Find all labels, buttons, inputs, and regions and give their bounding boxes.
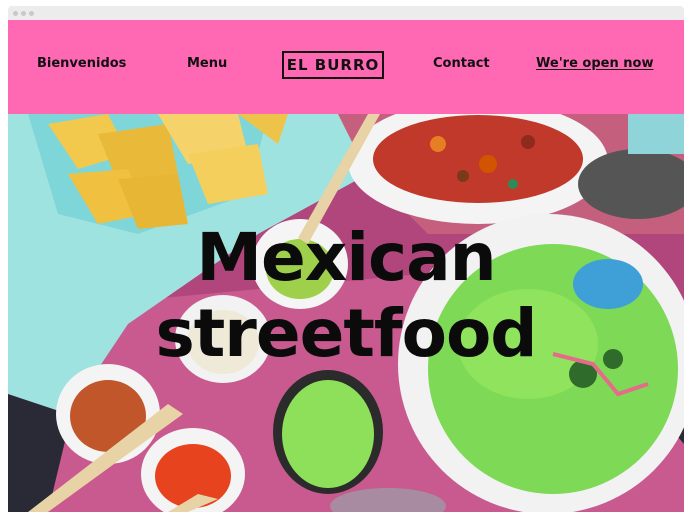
nav-link-open-now[interactable]: We're open now — [536, 56, 653, 71]
nav-link-contact[interactable]: Contact — [433, 56, 490, 71]
logo-text: EL BURRO — [286, 56, 380, 74]
window-close-dot[interactable] — [13, 11, 18, 16]
page-viewport: Bienvenidos Menu EL BURRO Contact We're … — [8, 20, 684, 512]
top-navigation: Bienvenidos Menu EL BURRO Contact We're … — [8, 20, 684, 114]
window-maximize-dot[interactable] — [29, 11, 34, 16]
headline-line-2: streetfood — [155, 295, 537, 372]
el-burro-logo[interactable]: EL BURRO — [282, 51, 384, 79]
browser-titlebar — [8, 6, 684, 20]
hero-section: Mexican streetfood — [8, 114, 684, 512]
nav-link-menu[interactable]: Menu — [187, 56, 227, 71]
browser-window: Bienvenidos Menu EL BURRO Contact We're … — [0, 0, 692, 521]
hero-headline: Mexican streetfood — [8, 220, 684, 372]
nav-link-bienvenidos[interactable]: Bienvenidos — [37, 56, 126, 71]
window-minimize-dot[interactable] — [21, 11, 26, 16]
headline-line-1: Mexican — [196, 219, 496, 296]
